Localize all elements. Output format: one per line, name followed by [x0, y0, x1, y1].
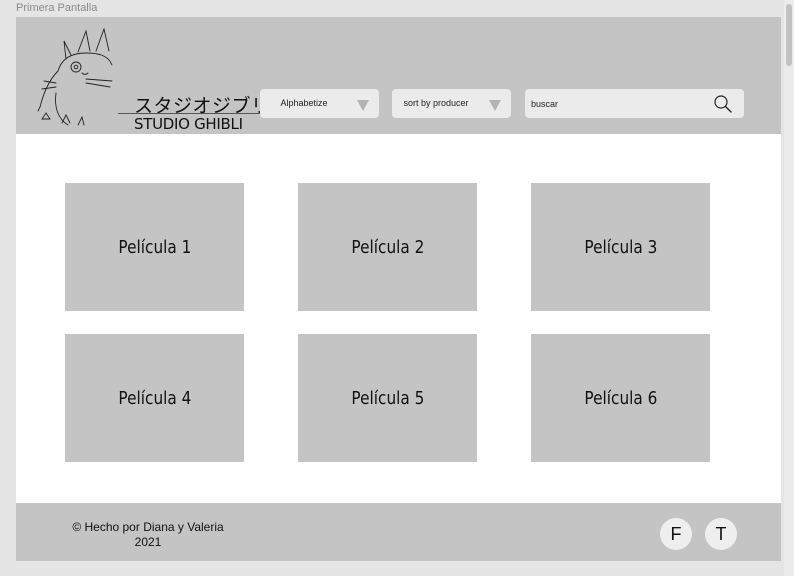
triangle-down-icon: [489, 100, 501, 111]
logo-english-text: STUDIO GHIBLI: [134, 115, 243, 133]
facebook-button[interactable]: F: [660, 518, 692, 550]
movie-card[interactable]: Película 6: [531, 334, 710, 462]
sort-by-producer-label: sort by producer: [403, 98, 469, 108]
triangle-down-icon: [357, 100, 369, 111]
movie-card-title: Película 2: [351, 236, 424, 258]
artboard: スタジオジブリ STUDIO GHIBLI Alphabetize sort b…: [16, 17, 781, 561]
movie-card-title: Película 1: [118, 236, 191, 258]
studio-ghibli-logo[interactable]: スタジオジブリ STUDIO GHIBLI: [36, 27, 270, 133]
magnifier-icon[interactable]: [713, 94, 733, 114]
twitter-button[interactable]: T: [705, 518, 737, 550]
vertical-scrollbar[interactable]: [784, 0, 794, 576]
footer-credit-text: © Hecho por Diana y Valeria: [72, 520, 224, 534]
movie-card-title: Película 5: [351, 387, 424, 409]
footer-year: 2021: [134, 535, 162, 549]
movie-card-title: Película 4: [118, 387, 191, 409]
scrollbar-thumb[interactable]: [786, 4, 792, 66]
movie-card[interactable]: Película 3: [531, 183, 710, 311]
alphabetize-label: Alphabetize: [280, 98, 328, 108]
header: スタジオジブリ STUDIO GHIBLI Alphabetize sort b…: [16, 17, 781, 134]
totoro-icon: [37, 27, 113, 126]
frame-title: Primera Pantalla: [16, 2, 98, 14]
movie-card-title: Película 3: [584, 236, 657, 258]
movie-card-title: Película 6: [584, 387, 657, 409]
movie-card[interactable]: Película 5: [298, 334, 477, 462]
search-input[interactable]: [531, 95, 701, 112]
logo-divider: [118, 113, 264, 114]
movie-card[interactable]: Película 1: [65, 183, 244, 311]
movie-card[interactable]: Película 2: [298, 183, 477, 311]
sort-by-producer-dropdown[interactable]: sort by producer: [392, 89, 511, 118]
footer-credit: © Hecho por Diana y Valeria 2021: [65, 520, 231, 550]
footer: © Hecho por Diana y Valeria 2021 F T: [16, 503, 781, 561]
movie-card[interactable]: Película 4: [65, 334, 244, 462]
search-box: [525, 89, 744, 118]
alphabetize-dropdown[interactable]: Alphabetize: [260, 89, 379, 118]
